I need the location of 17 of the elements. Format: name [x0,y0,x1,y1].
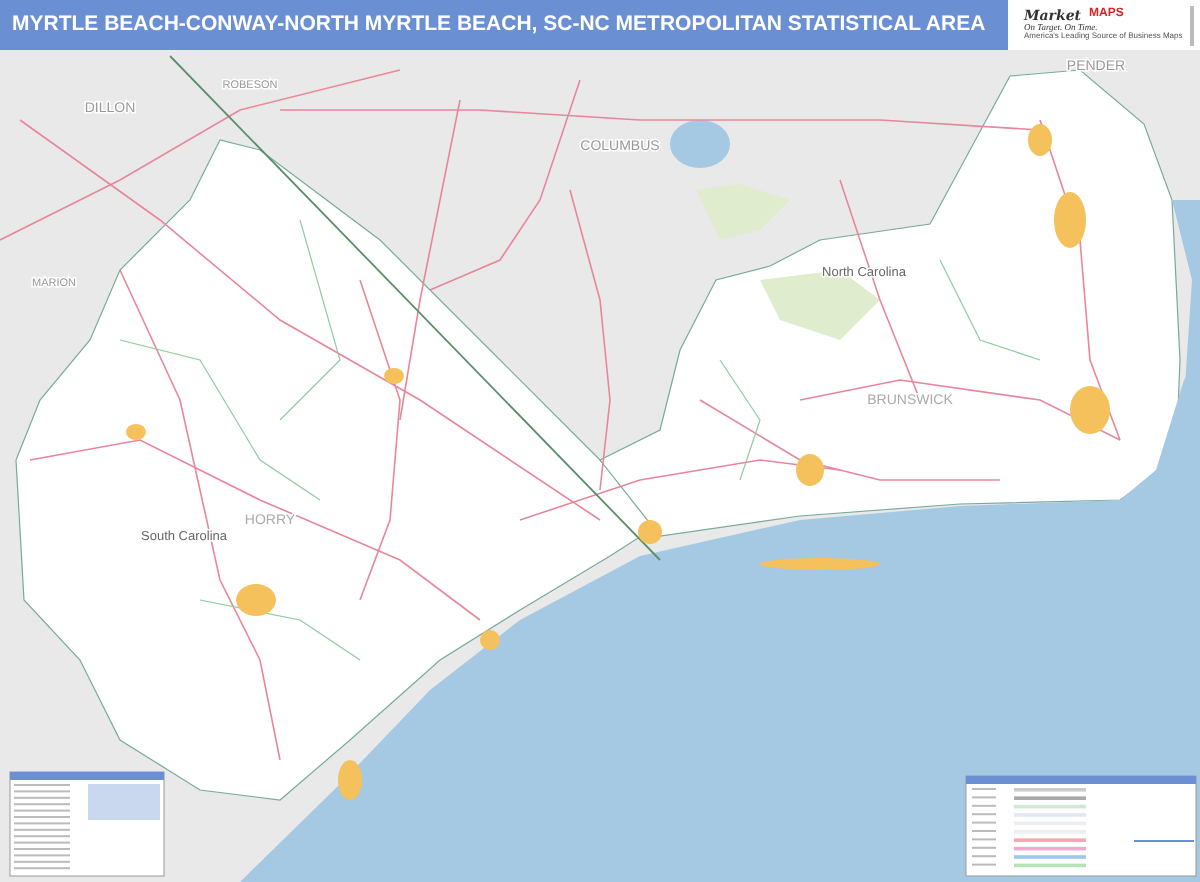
contact-block [1190,5,1195,45]
urban-area [760,558,880,570]
urban-area [638,520,662,544]
map-title: MYRTLE BEACH-CONWAY-NORTH MYRTLE BEACH, SC-NC METROPOLITAN STATISTICAL AREA [10,9,986,40]
lake [670,120,730,168]
urban-area [236,584,276,616]
park-area [696,184,790,240]
urban-area [126,424,146,440]
urban-area [384,368,404,384]
urban-area [480,630,500,650]
urban-area [1054,192,1086,248]
urban-area [1028,124,1052,156]
urban-area [1070,386,1110,434]
boundary-line [939,259,1041,361]
boundary-line [719,359,761,481]
urban-area [796,454,824,486]
urban-area [338,760,362,800]
